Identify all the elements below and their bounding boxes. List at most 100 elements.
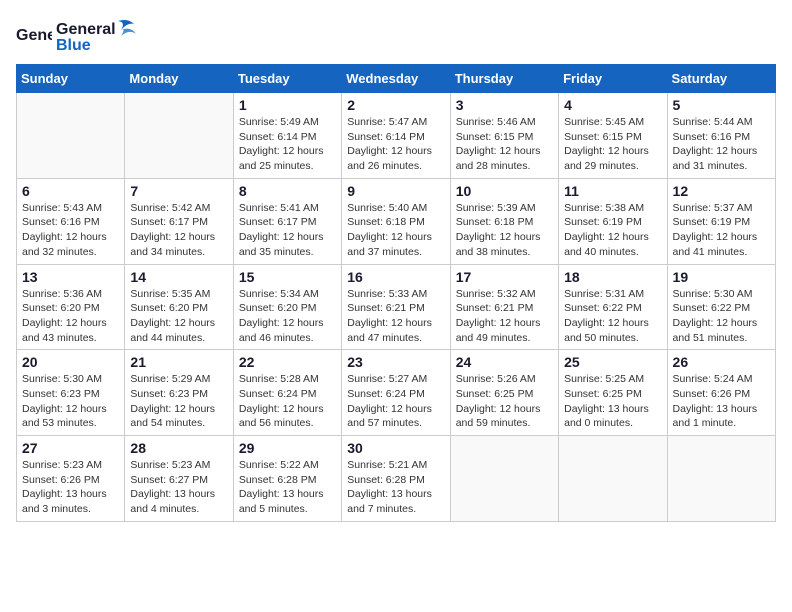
day-number: 18 (564, 269, 661, 285)
calendar-cell (125, 93, 233, 179)
day-info: Sunrise: 5:27 AM Sunset: 6:24 PM Dayligh… (347, 372, 444, 431)
day-number: 26 (673, 354, 770, 370)
header-saturday: Saturday (667, 65, 775, 93)
calendar-cell: 2 Sunrise: 5:47 AM Sunset: 6:14 PM Daylig… (342, 93, 450, 179)
day-info: Sunrise: 5:41 AM Sunset: 6:17 PM Dayligh… (239, 201, 336, 260)
day-number: 15 (239, 269, 336, 285)
header-thursday: Thursday (450, 65, 558, 93)
day-info: Sunrise: 5:21 AM Sunset: 6:28 PM Dayligh… (347, 458, 444, 517)
calendar-cell: 22Sunrise: 5:28 AM Sunset: 6:24 PM Dayli… (233, 350, 341, 436)
calendar-cell: 27 Sunrise: 5:23 AM Sunset: 6:26 PM Dayli… (17, 436, 125, 522)
logo: General General Blue (16, 16, 136, 56)
day-number: 27 (22, 440, 119, 456)
day-info: Sunrise: 5:37 AM Sunset: 6:19 PM Dayligh… (673, 201, 770, 260)
calendar-cell: 1 Sunrise: 5:49 AM Sunset: 6:14 PM Daylig… (233, 93, 341, 179)
day-number: 3 (456, 97, 553, 113)
calendar-week-2: 6 Sunrise: 5:43 AM Sunset: 6:16 PM Daylig… (17, 178, 776, 264)
day-info: Sunrise: 5:22 AM Sunset: 6:28 PM Dayligh… (239, 458, 336, 517)
day-number: 6 (22, 183, 119, 199)
day-number: 28 (130, 440, 227, 456)
day-number: 29 (239, 440, 336, 456)
calendar-cell: 24 Sunrise: 5:26 AM Sunset: 6:25 PM Dayli… (450, 350, 558, 436)
day-number: 21 (130, 354, 227, 370)
day-number: 8 (239, 183, 336, 199)
day-info: Sunrise: 5:32 AM Sunset: 6:21 PM Dayligh… (456, 287, 553, 346)
calendar-cell: 9 Sunrise: 5:40 AM Sunset: 6:18 PM Daylig… (342, 178, 450, 264)
day-info: Sunrise: 5:42 AM Sunset: 6:17 PM Dayligh… (130, 201, 227, 260)
calendar-week-3: 13Sunrise: 5:36 AM Sunset: 6:20 PM Dayli… (17, 264, 776, 350)
day-info: Sunrise: 5:40 AM Sunset: 6:18 PM Dayligh… (347, 201, 444, 260)
day-number: 9 (347, 183, 444, 199)
svg-text:General: General (16, 27, 52, 44)
svg-text:General: General (56, 21, 116, 38)
day-info: Sunrise: 5:31 AM Sunset: 6:22 PM Dayligh… (564, 287, 661, 346)
calendar-cell: 8 Sunrise: 5:41 AM Sunset: 6:17 PM Daylig… (233, 178, 341, 264)
day-info: Sunrise: 5:25 AM Sunset: 6:25 PM Dayligh… (564, 372, 661, 431)
header-tuesday: Tuesday (233, 65, 341, 93)
calendar-cell (559, 436, 667, 522)
day-number: 16 (347, 269, 444, 285)
calendar-cell (450, 436, 558, 522)
svg-text:Blue: Blue (56, 37, 91, 54)
day-info: Sunrise: 5:23 AM Sunset: 6:26 PM Dayligh… (22, 458, 119, 517)
header-wednesday: Wednesday (342, 65, 450, 93)
day-number: 10 (456, 183, 553, 199)
day-number: 30 (347, 440, 444, 456)
day-info: Sunrise: 5:38 AM Sunset: 6:19 PM Dayligh… (564, 201, 661, 260)
calendar-cell (17, 93, 125, 179)
day-number: 1 (239, 97, 336, 113)
calendar-cell: 13Sunrise: 5:36 AM Sunset: 6:20 PM Dayli… (17, 264, 125, 350)
day-info: Sunrise: 5:30 AM Sunset: 6:23 PM Dayligh… (22, 372, 119, 431)
calendar-week-1: 1 Sunrise: 5:49 AM Sunset: 6:14 PM Daylig… (17, 93, 776, 179)
day-info: Sunrise: 5:30 AM Sunset: 6:22 PM Dayligh… (673, 287, 770, 346)
calendar-cell: 5Sunrise: 5:44 AM Sunset: 6:16 PM Daylig… (667, 93, 775, 179)
day-info: Sunrise: 5:34 AM Sunset: 6:20 PM Dayligh… (239, 287, 336, 346)
header-friday: Friday (559, 65, 667, 93)
calendar-cell: 4Sunrise: 5:45 AM Sunset: 6:15 PM Daylig… (559, 93, 667, 179)
day-info: Sunrise: 5:36 AM Sunset: 6:20 PM Dayligh… (22, 287, 119, 346)
day-info: Sunrise: 5:35 AM Sunset: 6:20 PM Dayligh… (130, 287, 227, 346)
calendar-cell: 29 Sunrise: 5:22 AM Sunset: 6:28 PM Dayli… (233, 436, 341, 522)
header-monday: Monday (125, 65, 233, 93)
header-sunday: Sunday (17, 65, 125, 93)
day-number: 22 (239, 354, 336, 370)
day-number: 17 (456, 269, 553, 285)
day-info: Sunrise: 5:46 AM Sunset: 6:15 PM Dayligh… (456, 115, 553, 174)
calendar-week-4: 20 Sunrise: 5:30 AM Sunset: 6:23 PM Dayli… (17, 350, 776, 436)
calendar-cell: 26 Sunrise: 5:24 AM Sunset: 6:26 PM Dayli… (667, 350, 775, 436)
day-info: Sunrise: 5:44 AM Sunset: 6:16 PM Dayligh… (673, 115, 770, 174)
calendar-cell: 14 Sunrise: 5:35 AM Sunset: 6:20 PM Dayli… (125, 264, 233, 350)
calendar-cell: 10 Sunrise: 5:39 AM Sunset: 6:18 PM Dayli… (450, 178, 558, 264)
calendar-cell: 20 Sunrise: 5:30 AM Sunset: 6:23 PM Dayli… (17, 350, 125, 436)
day-number: 2 (347, 97, 444, 113)
day-number: 4 (564, 97, 661, 113)
calendar-table: SundayMondayTuesdayWednesdayThursdayFrid… (16, 64, 776, 522)
calendar-cell: 23 Sunrise: 5:27 AM Sunset: 6:24 PM Dayli… (342, 350, 450, 436)
day-number: 19 (673, 269, 770, 285)
day-number: 24 (456, 354, 553, 370)
day-info: Sunrise: 5:47 AM Sunset: 6:14 PM Dayligh… (347, 115, 444, 174)
calendar-cell: 21 Sunrise: 5:29 AM Sunset: 6:23 PM Dayli… (125, 350, 233, 436)
calendar-cell: 6 Sunrise: 5:43 AM Sunset: 6:16 PM Daylig… (17, 178, 125, 264)
day-info: Sunrise: 5:23 AM Sunset: 6:27 PM Dayligh… (130, 458, 227, 517)
page-header: General General Blue (16, 16, 776, 56)
day-number: 25 (564, 354, 661, 370)
calendar-cell: 30 Sunrise: 5:21 AM Sunset: 6:28 PM Dayli… (342, 436, 450, 522)
day-number: 20 (22, 354, 119, 370)
logo-icon: General (16, 18, 52, 54)
calendar-cell: 12Sunrise: 5:37 AM Sunset: 6:19 PM Dayli… (667, 178, 775, 264)
day-info: Sunrise: 5:43 AM Sunset: 6:16 PM Dayligh… (22, 201, 119, 260)
day-number: 23 (347, 354, 444, 370)
day-number: 11 (564, 183, 661, 199)
calendar-cell: 7Sunrise: 5:42 AM Sunset: 6:17 PM Daylig… (125, 178, 233, 264)
calendar-cell: 16Sunrise: 5:33 AM Sunset: 6:21 PM Dayli… (342, 264, 450, 350)
day-info: Sunrise: 5:26 AM Sunset: 6:25 PM Dayligh… (456, 372, 553, 431)
day-info: Sunrise: 5:39 AM Sunset: 6:18 PM Dayligh… (456, 201, 553, 260)
logo-svg: General Blue (56, 16, 136, 56)
day-info: Sunrise: 5:24 AM Sunset: 6:26 PM Dayligh… (673, 372, 770, 431)
day-number: 14 (130, 269, 227, 285)
day-info: Sunrise: 5:49 AM Sunset: 6:14 PM Dayligh… (239, 115, 336, 174)
day-info: Sunrise: 5:29 AM Sunset: 6:23 PM Dayligh… (130, 372, 227, 431)
calendar-header-row: SundayMondayTuesdayWednesdayThursdayFrid… (17, 65, 776, 93)
calendar-cell: 28 Sunrise: 5:23 AM Sunset: 6:27 PM Dayli… (125, 436, 233, 522)
